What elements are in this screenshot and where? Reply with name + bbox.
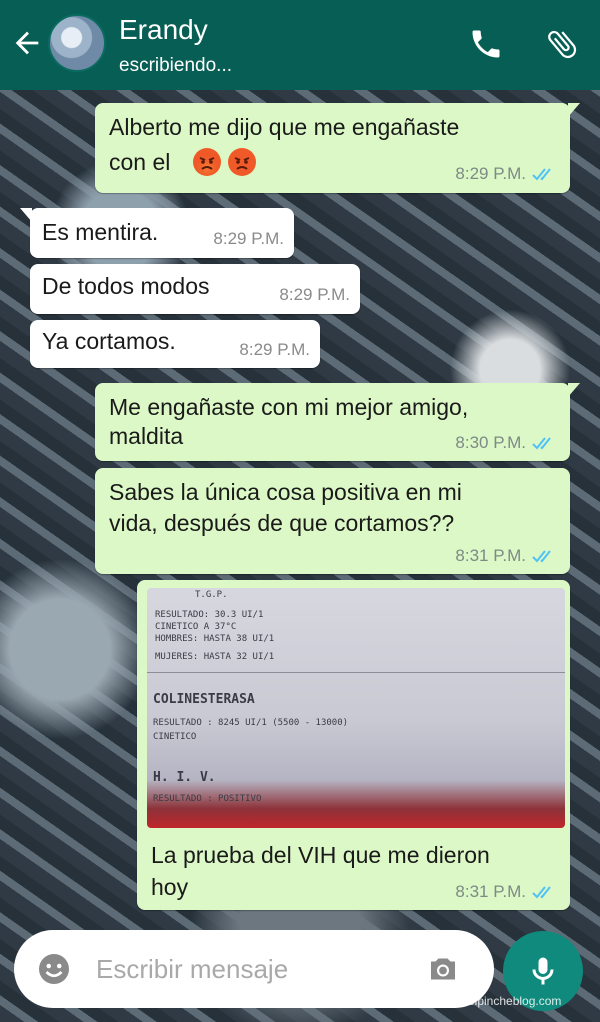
camera-icon[interactable] [424,951,462,987]
arrow-left-icon[interactable] [10,26,44,60]
message-text: Sabes la única cosa positiva en mi [109,479,462,505]
message-meta: 8:30 P.M. [455,433,556,453]
double-check-icon [532,886,551,899]
phone-icon[interactable] [468,26,504,62]
message-bubble-image[interactable]: T.G.P. RESULTADO: 30.3 UI/1 CINETICO A 3… [137,580,570,910]
chat-header: Erandy escribiendo... [0,0,600,90]
angry-face-icon [228,148,256,176]
message-text: maldita [109,423,184,449]
message-time: 8:29 P.M. [279,285,350,304]
paperclip-icon[interactable] [544,26,580,62]
message-text: Me engañaste con mi mejor amigo, [109,394,469,420]
message-bubble-incoming[interactable]: Es mentira. 8:29 P.M. [20,208,294,258]
microphone-icon [532,957,554,985]
watermark: elpincheblog.com [468,994,562,1008]
message-meta: 8:29 P.M. [279,285,350,305]
message-bubble-outgoing[interactable]: Alberto me dijo que me engañaste con el … [95,103,580,193]
message-text: Alberto me dijo que me engañaste [109,114,460,140]
double-check-icon [532,550,551,563]
smiley-icon[interactable] [36,951,72,987]
message-time: 8:31 P.M. [455,546,526,565]
avatar[interactable] [48,14,106,72]
message-bubble-incoming[interactable]: De todos modos 8:29 P.M. [30,264,360,314]
message-text: Es mentira. [42,219,159,245]
message-time: 8:29 P.M. [455,164,526,183]
message-text: con el [109,149,171,175]
message-time: 8:31 P.M. [455,882,526,901]
contact-name[interactable]: Erandy [119,14,208,46]
lab-result-photo[interactable]: T.G.P. RESULTADO: 30.3 UI/1 CINETICO A 3… [147,588,565,828]
message-time: 8:30 P.M. [455,433,526,452]
double-check-icon [532,437,551,450]
message-meta: 8:29 P.M. [239,340,310,360]
message-meta: 8:29 P.M. [455,164,556,184]
message-bubble-incoming[interactable]: Ya cortamos. 8:29 P.M. [30,320,320,368]
double-check-icon [532,168,551,181]
message-text: De todos modos [42,273,210,299]
message-meta: 8:31 P.M. [455,546,556,566]
message-meta: 8:29 P.M. [213,229,284,249]
image-caption: hoy [151,874,189,900]
message-time: 8:29 P.M. [239,340,310,359]
message-text: Ya cortamos. [42,328,176,354]
message-input-bar: Escribir mensaje [14,930,494,1008]
message-bubble-outgoing[interactable]: Me engañaste con mi mejor amigo, maldita… [95,383,580,461]
angry-face-icon [193,148,221,176]
image-caption: La prueba del VIH que me dieron [151,842,490,868]
message-time: 8:29 P.M. [213,229,284,248]
message-bubble-outgoing[interactable]: Sabes la única cosa positiva en mi vida,… [95,468,570,574]
message-text: vida, después de que cortamos?? [109,510,455,536]
message-meta: 8:31 P.M. [455,882,556,902]
message-input[interactable]: Escribir mensaje [96,954,288,985]
contact-status: escribiendo... [119,55,233,76]
